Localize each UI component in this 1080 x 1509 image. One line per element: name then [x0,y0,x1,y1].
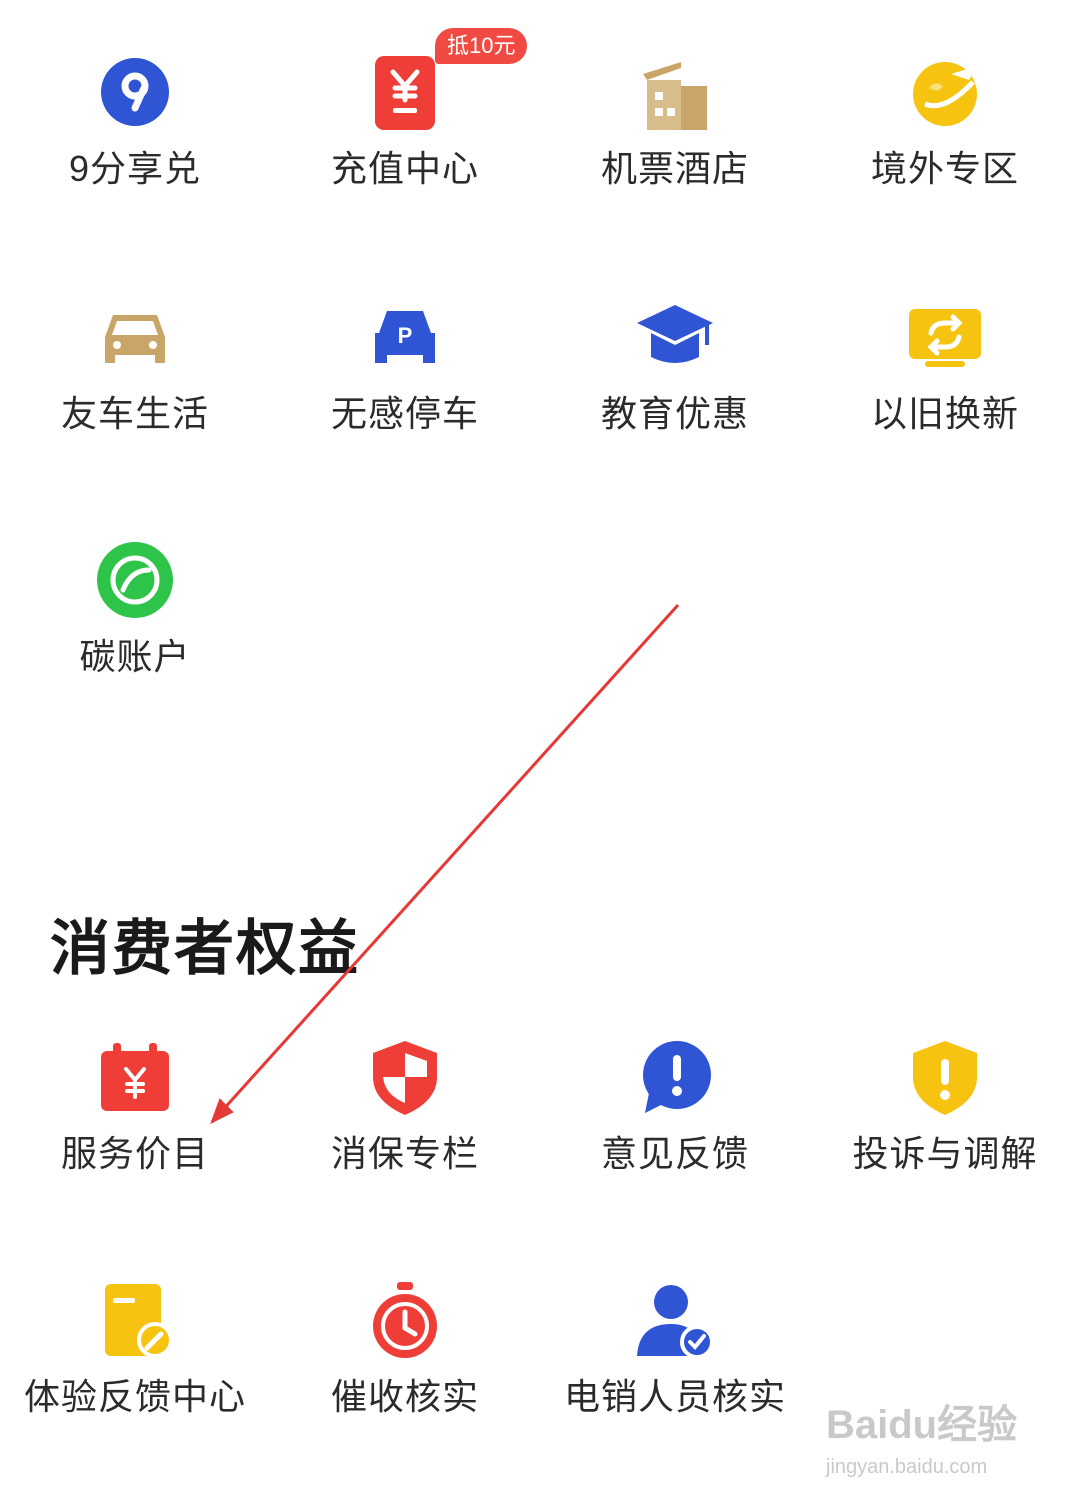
svg-text:P: P [398,323,413,348]
service-label: 充值中心 [330,148,479,189]
service-label: 消保专栏 [330,1133,479,1174]
service-feedback[interactable]: 意见反馈 [540,1025,810,1225]
service-label: 境外专区 [870,148,1019,189]
service-youche-life[interactable]: 友车生活 [0,285,270,485]
service-label: 电销人员核实 [563,1376,786,1417]
service-label: 友车生活 [60,393,209,434]
service-carbon-account[interactable]: 碳账户 [0,528,270,728]
watermark-logo: Baidu经验 [826,1403,1018,1447]
service-label: 机票酒店 [600,148,749,189]
car-icon [95,297,175,377]
service-flight-hotel[interactable]: 机票酒店 [540,40,810,240]
trade-in-icon [905,297,985,377]
service-label: 体验反馈中心 [23,1376,246,1417]
graduation-cap-icon [635,297,715,377]
service-9fen-xiangdui[interactable]: 9分享兑 [0,40,270,240]
service-collection-verification[interactable]: 催收核实 [270,1268,540,1468]
service-price-list[interactable]: 服务价目 [0,1025,270,1225]
alert-shield-icon [905,1037,985,1117]
service-education-discount[interactable]: 教育优惠 [540,285,810,485]
service-label: 以旧换新 [870,393,1019,434]
service-label: 服务价目 [60,1133,209,1174]
hotel-building-icon [635,52,715,132]
baidu-watermark: Baidu经验 jingyan.baidu.com [826,1392,1026,1492]
globe-plane-icon [905,52,985,132]
service-label: 9分享兑 [68,148,202,189]
stopwatch-icon [365,1280,445,1360]
feedback-bubble-icon [635,1037,715,1117]
service-label: 投诉与调解 [852,1133,1038,1174]
document-edit-icon [95,1280,175,1360]
price-calendar-icon [95,1037,175,1117]
service-telemarketer-verification[interactable]: 电销人员核实 [540,1268,810,1468]
discount-badge: 抵10元 [435,28,528,64]
service-overseas-zone[interactable]: 境外专区 [810,40,1080,240]
service-recharge-center[interactable]: 抵10元 充值中心 [270,28,540,240]
service-label: 催收核实 [330,1376,479,1417]
service-consumer-protection[interactable]: 消保专栏 [270,1025,540,1225]
parking-car-icon: P [365,297,445,377]
service-label: 教育优惠 [600,393,749,434]
service-contactless-parking[interactable]: P 无感停车 [270,285,540,485]
service-trade-in[interactable]: 以旧换新 [810,285,1080,485]
shield-icon [365,1037,445,1117]
leaf-icon [95,540,175,620]
watermark-url: jingyan.baidu.com [826,1456,988,1478]
recharge-card-icon [365,52,445,132]
section-title-consumer-rights: 消费者权益 [50,915,360,982]
service-complaint-mediation[interactable]: 投诉与调解 [810,1025,1080,1225]
verified-user-icon [635,1280,715,1360]
nine-icon [95,52,175,132]
service-label: 无感停车 [330,393,479,434]
service-label: 意见反馈 [600,1133,749,1174]
service-label: 碳账户 [79,636,191,677]
service-experience-feedback-center[interactable]: 体验反馈中心 [0,1268,270,1468]
